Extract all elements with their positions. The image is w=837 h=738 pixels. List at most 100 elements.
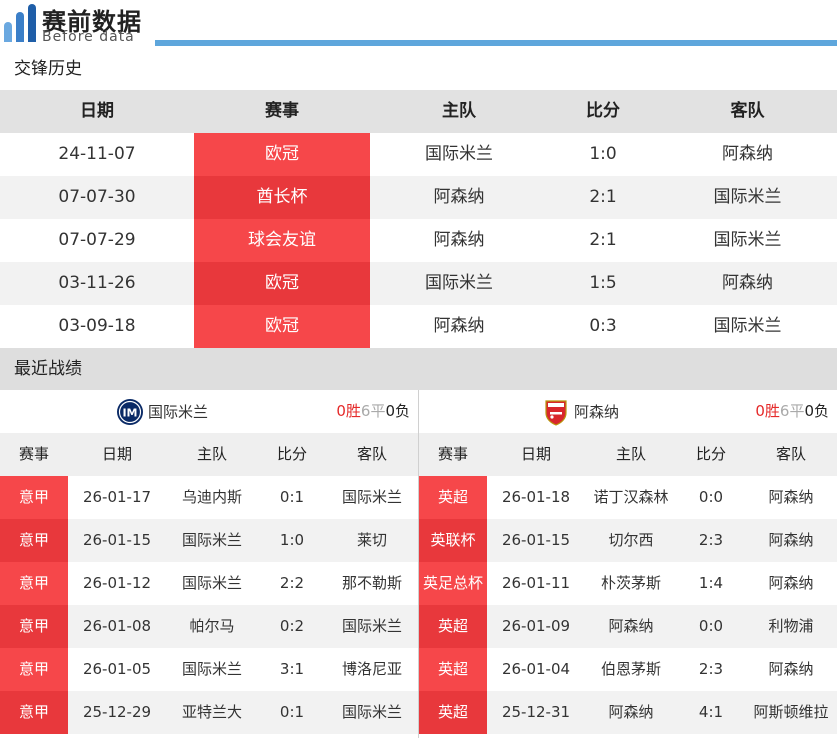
recent-cell-home: 朴茨茅斯 — [600, 574, 661, 592]
recent-table-row: 意甲 26-01-17 乌迪内斯 0:1 国际米兰 — [0, 476, 418, 519]
recent-cell-home: 切尔西 — [608, 531, 654, 549]
recent-cell-date: 26-01-15 — [82, 531, 152, 549]
h2h-cell-home: 国际米兰 — [425, 273, 493, 293]
recent-cell-home: 亚特兰大 — [181, 703, 242, 721]
bar-chart-logo-icon — [4, 4, 38, 42]
h2h-cell-score: 2:1 — [589, 230, 617, 250]
arsenal-badge-icon — [545, 399, 567, 426]
recent-cell-home: 国际米兰 — [181, 531, 242, 549]
team-header: 阿森纳 0胜6平0负 — [419, 390, 837, 433]
recent-cell-date: 26-01-17 — [82, 488, 152, 506]
recent-cell-date: 26-01-09 — [501, 617, 571, 635]
recent-cell-home: 诺丁汉森林 — [593, 488, 669, 506]
recent-cell-comp: 意甲 — [0, 691, 68, 734]
recent-cell-score: 0:1 — [279, 488, 305, 506]
recent-cell-home: 帕尔马 — [189, 617, 235, 635]
recent-cell-home: 国际米兰 — [181, 660, 242, 678]
recent-cell-comp: 英超 — [419, 691, 487, 734]
recent-table-header: 赛事 日期 主队 比分 客队 — [419, 433, 837, 476]
h2h-cell-date: 07-07-30 — [58, 187, 136, 207]
record-wins: 0胜 — [336, 402, 361, 420]
record-losses: 0负 — [385, 402, 410, 420]
recent-cell-date: 26-01-04 — [501, 660, 571, 678]
recent-cell-comp: 英超 — [419, 476, 487, 519]
recent-cell-comp: 意甲 — [0, 648, 68, 691]
svg-text:IM: IM — [122, 406, 137, 419]
h2h-cell-score: 0:3 — [589, 316, 617, 336]
record-draws: 6平 — [360, 402, 386, 420]
recent-cell-home: 国际米兰 — [181, 574, 242, 592]
recent-table-row: 英超 26-01-04 伯恩茅斯 2:3 阿森纳 — [419, 648, 837, 691]
h2h-cell-away: 阿森纳 — [722, 144, 773, 164]
recent-cell-date: 26-01-11 — [501, 574, 571, 592]
h2h-cell-home: 阿森纳 — [433, 230, 485, 250]
recent-cell-date: 26-01-18 — [501, 488, 571, 506]
h2h-table-row: 03-11-26 欧冠 国际米兰 1:5 阿森纳 — [0, 262, 837, 305]
recent-cell-comp: 英超 — [419, 648, 487, 691]
recent-table-header: 赛事 日期 主队 比分 客队 — [0, 433, 418, 476]
h2h-col-score: 比分 — [586, 101, 620, 121]
h2h-cell-score: 1:5 — [589, 273, 617, 293]
recent-cell-away: 阿森纳 — [768, 531, 814, 549]
inter-recent-panel: IM 国际米兰 0胜6平0负 赛事 日期 主队 比分 客队 意甲 26-01-17… — [0, 390, 418, 734]
record-losses: 0负 — [804, 402, 829, 420]
recent-cell-away: 阿森纳 — [768, 488, 814, 506]
inter-badge-icon: IM — [117, 398, 143, 425]
team-name: 国际米兰 — [148, 403, 209, 421]
team-record: 0胜6平0负 — [336, 390, 410, 433]
h2h-table-row: 24-11-07 欧冠 国际米兰 1:0 阿森纳 — [0, 133, 837, 176]
col-score: 比分 — [695, 445, 726, 463]
page-header: 赛前数据 Before data — [0, 0, 837, 48]
recent-cell-comp: 英联杯 — [419, 519, 487, 562]
recent-table-row: 英超 26-01-09 阿森纳 0:0 利物浦 — [419, 605, 837, 648]
col-score: 比分 — [276, 445, 307, 463]
recent-cell-score: 0:0 — [698, 617, 724, 635]
recent-cell-home: 乌迪内斯 — [181, 488, 242, 506]
recent-cell-comp: 英超 — [419, 605, 487, 648]
col-home: 主队 — [196, 445, 227, 463]
recent-cell-date: 26-01-08 — [82, 617, 152, 635]
h2h-cell-comp: 球会友谊 — [194, 219, 370, 262]
recent-cell-date: 26-01-15 — [501, 531, 571, 549]
recent-cell-score: 1:0 — [279, 531, 305, 549]
recent-cell-score: 2:2 — [279, 574, 305, 592]
h2h-cell-comp: 欧冠 — [194, 133, 370, 176]
h2h-cell-date: 03-09-18 — [58, 316, 136, 336]
col-away: 客队 — [356, 445, 387, 463]
h2h-cell-away: 国际米兰 — [713, 230, 782, 250]
recent-cell-comp: 意甲 — [0, 562, 68, 605]
recent-table-row: 英超 26-01-18 诺丁汉森林 0:0 阿森纳 — [419, 476, 837, 519]
recent-cell-date: 26-01-12 — [82, 574, 152, 592]
col-home: 主队 — [615, 445, 646, 463]
h2h-cell-away: 国际米兰 — [713, 316, 782, 336]
h2h-cell-comp: 酋长杯 — [194, 176, 370, 219]
col-comp: 赛事 — [18, 445, 49, 463]
recent-table-row: 意甲 26-01-05 国际米兰 3:1 博洛尼亚 — [0, 648, 418, 691]
recent-cell-score: 4:1 — [698, 703, 724, 721]
recent-cell-score: 3:1 — [279, 660, 305, 678]
h2h-col-comp: 赛事 — [265, 101, 299, 121]
recent-cell-comp: 意甲 — [0, 519, 68, 562]
recent-table-row: 意甲 26-01-15 国际米兰 1:0 莱切 — [0, 519, 418, 562]
col-date: 日期 — [101, 445, 132, 463]
recent-cell-away: 博洛尼亚 — [341, 660, 402, 678]
recent-cell-score: 2:3 — [698, 531, 724, 549]
h2h-cell-away: 国际米兰 — [713, 187, 782, 207]
logo-subtitle: Before data — [42, 29, 135, 45]
recent-cell-away: 国际米兰 — [341, 617, 402, 635]
recent-cell-away: 阿森纳 — [768, 574, 814, 592]
h2h-cell-score: 2:1 — [589, 187, 617, 207]
team-record: 0胜6平0负 — [755, 390, 829, 433]
recent-cell-date: 26-01-05 — [82, 660, 152, 678]
h2h-cell-date: 03-11-26 — [58, 273, 136, 293]
recent-cell-score: 0:0 — [698, 488, 724, 506]
recent-cell-away: 利物浦 — [768, 617, 814, 635]
recent-cell-away: 阿森纳 — [768, 660, 814, 678]
h2h-table-header: 日期 赛事 主队 比分 客队 — [0, 90, 837, 133]
h2h-cell-home: 阿森纳 — [433, 316, 485, 336]
recent-cell-away: 阿斯顿维拉 — [753, 703, 829, 721]
recent-cell-home: 阿森纳 — [608, 617, 654, 635]
col-date: 日期 — [520, 445, 551, 463]
recent-table-row: 意甲 25-12-29 亚特兰大 0:1 国际米兰 — [0, 691, 418, 734]
h2h-table-row: 03-09-18 欧冠 阿森纳 0:3 国际米兰 — [0, 305, 837, 348]
